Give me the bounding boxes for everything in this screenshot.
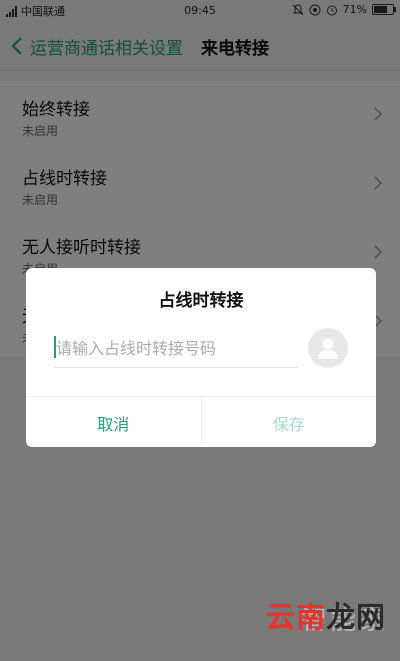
contact-picker-button[interactable] <box>308 328 348 368</box>
forward-number-input[interactable] <box>56 332 296 364</box>
watermark-red-text: 云南 <box>265 600 326 634</box>
save-button[interactable]: 保存 <box>202 397 377 447</box>
dialog-buttons: 取消 保存 <box>26 396 376 447</box>
dialog-title: 占线时转接 <box>158 291 244 311</box>
watermark: 云南龙网 <box>266 594 386 636</box>
cancel-button[interactable]: 取消 <box>26 397 202 447</box>
input-underline <box>54 367 298 368</box>
avatar-icon <box>318 338 338 359</box>
watermark-dark-text: 龙网 <box>325 600 386 634</box>
forward-number-dialog: 占线时转接 取消 保存 <box>26 268 376 447</box>
